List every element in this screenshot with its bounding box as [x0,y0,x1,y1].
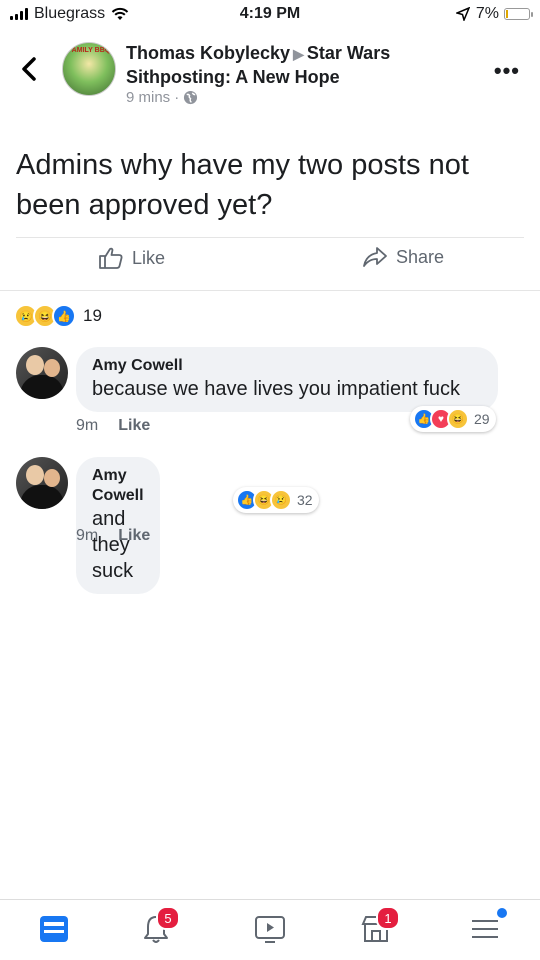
avatar-caption: FAMILY BBQ [67,47,111,54]
notifications-tab[interactable]: 5 [136,906,180,946]
news-feed-icon [40,916,68,942]
comment-reaction-count: 32 [297,492,313,508]
menu-tab[interactable] [465,908,507,946]
like-reaction-icon: 👍 [52,304,76,328]
share-button[interactable]: Share [362,246,444,268]
news-feed-tab[interactable] [34,912,74,946]
like-label: Like [132,247,166,268]
post-time[interactable]: 9 mins [126,89,170,106]
more-options-button[interactable]: ••• [494,58,520,84]
post-header: FAMILY BBQ Thomas Kobylecky ▶ Star Wars Si… [0,38,540,110]
reaction-count: 19 [83,306,102,325]
comment-reactions[interactable]: 👍 😆 😢 32 [233,487,319,513]
battery-percent: 7% [475,5,499,22]
post-text: Admins why have my two posts not been ap… [16,149,469,221]
comment-meta: 9m Like [76,417,150,435]
watch-tab[interactable] [250,912,290,946]
haha-reaction-icon: 😆 [447,408,469,430]
separator-dot: · [174,89,180,106]
comment-time: 9m [76,527,99,544]
back-button[interactable] [20,56,38,88]
like-button[interactable]: Like [98,246,165,270]
commenter-name[interactable]: Amy Cowell [92,466,144,506]
bottom-nav: 5 1 [0,899,540,960]
thumbs-up-icon [99,247,123,269]
comment-bubble[interactable]: Amy Cowell because we have lives you imp… [76,347,498,412]
menu-dot-indicator [497,908,507,918]
comment-text: because we have lives you impatient fuck [92,378,460,400]
hamburger-menu-icon [472,920,498,938]
location-arrow-icon [455,7,470,21]
commenter-name[interactable]: Amy Cowell [92,356,482,376]
comment-time: 9m [76,417,99,434]
post-meta: 9 mins · [126,89,198,106]
notifications-badge: 5 [156,906,180,930]
battery-info: 7% [455,5,533,23]
post-reactions[interactable]: 😢 😆 👍 19 [14,304,102,328]
globe-icon [184,90,198,105]
share-arrow-icon [363,247,387,267]
commenter-avatar[interactable] [16,347,68,399]
comment-like-button[interactable]: Like [118,417,150,435]
divider [0,290,540,291]
comment-reactions[interactable]: 👍 ♥ 😆 29 [410,406,496,432]
marketplace-badge: 1 [376,906,400,930]
post-title: Thomas Kobylecky ▶ Star Wars Sithposting: … [126,42,456,89]
marketplace-tab[interactable]: 1 [356,906,400,946]
status-bar: Bluegrass 4:19 PM 7% [0,0,540,30]
comment-text: and they suck [92,508,134,582]
sad-reaction-icon: 😢 [270,489,292,511]
group-avatar[interactable]: FAMILY BBQ [62,42,116,96]
commenter-avatar[interactable] [16,457,68,509]
comment-like-button[interactable]: Like [118,527,150,545]
comment-meta: 9m Like [76,527,150,545]
video-play-icon [255,916,285,943]
triangle-right-icon: ▶ [293,46,304,62]
comment-reaction-count: 29 [474,411,490,427]
comment-bubble[interactable]: Amy Cowell and they suck [76,457,160,594]
chevron-left-icon [22,57,36,81]
share-label: Share [396,246,445,267]
post-actions: Like Share [0,246,540,286]
battery-icon [504,8,533,20]
divider [16,237,524,238]
author-name[interactable]: Thomas Kobylecky [126,43,290,63]
